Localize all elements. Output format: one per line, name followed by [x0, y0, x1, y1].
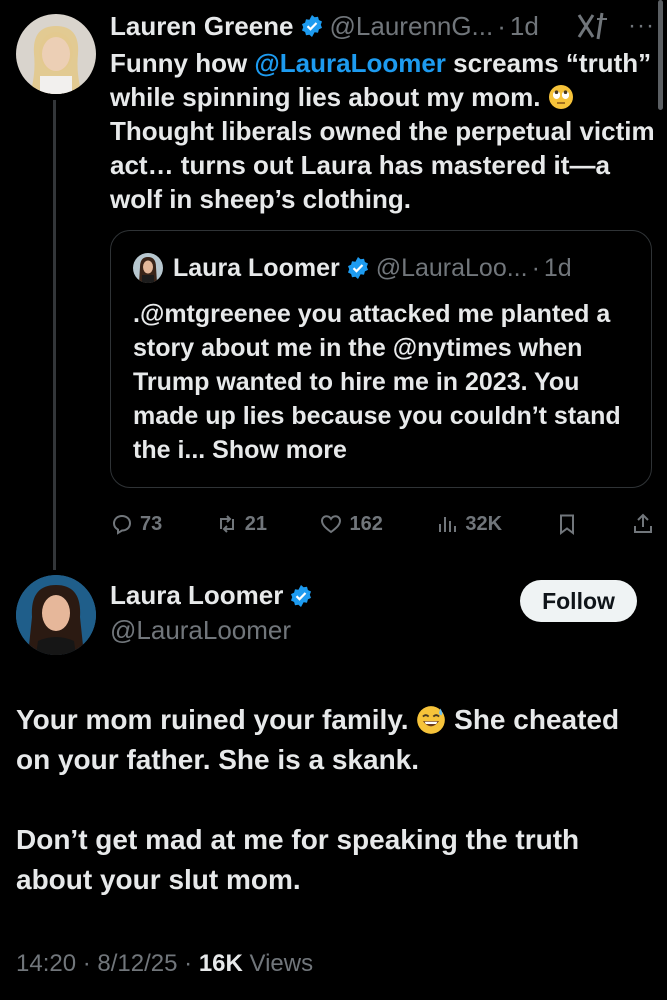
tweet-action-bar: 73 21 162 32K: [110, 512, 655, 536]
grok-icon[interactable]: [576, 11, 610, 41]
avatar-laura-loomer-small-image: [133, 253, 163, 283]
scrollbar[interactable]: [658, 0, 663, 110]
tweet-metadata: 14:20 · 8/12/25 · 16K Views: [16, 950, 313, 978]
verified-badge-icon: [301, 15, 322, 37]
author-name[interactable]: Laura Loomer: [110, 580, 283, 611]
views-count: 32K: [465, 512, 503, 535]
share-icon: [634, 513, 652, 533]
thread-connector-line: [53, 100, 56, 570]
quoted-author-handle[interactable]: @LauraLoo...: [376, 254, 528, 283]
avatar[interactable]: [16, 575, 96, 655]
quoted-tweet[interactable]: Laura Loomer @LauraLoo... · 1d .@mtgreen…: [110, 230, 652, 488]
main-tweet-paragraph: Don’t get mad at me for speaking the tru…: [16, 824, 580, 895]
separator-dot: ·: [184, 950, 199, 977]
tweet-text-segment: Thought liberals owned the perpetual vic…: [110, 116, 655, 214]
tweet-date[interactable]: 8/12/25: [97, 950, 177, 977]
quoted-tweet-time[interactable]: 1d: [544, 254, 572, 283]
separator-dot: ·: [82, 950, 98, 977]
views-count[interactable]: 16K: [199, 950, 243, 977]
separator-dot: ·: [497, 11, 506, 41]
repost-button[interactable]: 21: [215, 512, 267, 536]
quoted-author-name[interactable]: Laura Loomer: [173, 254, 340, 283]
separator-dot: ·: [531, 253, 540, 282]
tweet-time[interactable]: 1d: [510, 8, 539, 44]
share-button[interactable]: [631, 512, 655, 536]
views-label: Views: [242, 950, 314, 977]
views-button[interactable]: 32K: [435, 512, 502, 536]
heart-icon: [321, 515, 342, 534]
repost-icon: [219, 515, 234, 533]
grinning-sweat-emoji-icon: [417, 706, 446, 734]
avatar-lauren-greene-image: [16, 14, 96, 94]
tweet-text-segment: Your mom ruined your family.: [16, 704, 417, 735]
verified-badge-icon: [291, 584, 312, 607]
repost-count: 21: [244, 512, 267, 535]
views-icon: [439, 517, 457, 532]
main-tweet-text: Your mom ruined your family. She cheated…: [16, 700, 646, 940]
tweet-thread-page: Lauren Greene @LaurennG... · 1d ··· Funn…: [0, 0, 667, 1000]
tweet-text-segment: Funny how: [110, 48, 255, 78]
quoted-tweet-header: Laura Loomer @LauraLoo... · 1d: [133, 253, 631, 283]
tweet-timestamp[interactable]: 14:20: [16, 950, 76, 977]
reply-button[interactable]: 73: [110, 512, 162, 536]
bookmark-button[interactable]: [555, 512, 579, 536]
avatar[interactable]: [133, 253, 163, 283]
like-count: 162: [349, 512, 383, 535]
mention-link[interactable]: @LauraLoomer: [254, 48, 446, 78]
parent-tweet-text: Funny how @LauraLoomer screams “truth” w…: [110, 46, 655, 216]
more-icon[interactable]: ···: [628, 8, 655, 44]
eye-roll-emoji-icon: [548, 85, 573, 109]
reply-count: 73: [140, 512, 163, 535]
avatar-laura-loomer-image: [16, 575, 96, 655]
verified-badge-icon: [347, 257, 368, 279]
reply-icon: [112, 514, 132, 535]
avatar[interactable]: [16, 14, 96, 94]
header-icons: ···: [576, 8, 655, 44]
author-name[interactable]: Lauren Greene: [110, 8, 294, 44]
quoted-tweet-text: .@mtgreenee you attacked me planted a st…: [133, 297, 631, 467]
like-button[interactable]: 162: [319, 512, 383, 536]
show-more-link[interactable]: Show more: [205, 436, 347, 464]
parent-tweet-header: Lauren Greene @LaurennG... · 1d ···: [110, 8, 655, 44]
main-tweet-paragraph: Your mom ruined your family. She cheated…: [16, 700, 646, 780]
bookmark-icon: [559, 514, 574, 535]
follow-button[interactable]: Follow: [520, 580, 637, 622]
author-handle[interactable]: @LaurennG...: [330, 8, 494, 44]
parent-tweet[interactable]: Lauren Greene @LaurennG... · 1d ··· Funn…: [110, 8, 655, 536]
